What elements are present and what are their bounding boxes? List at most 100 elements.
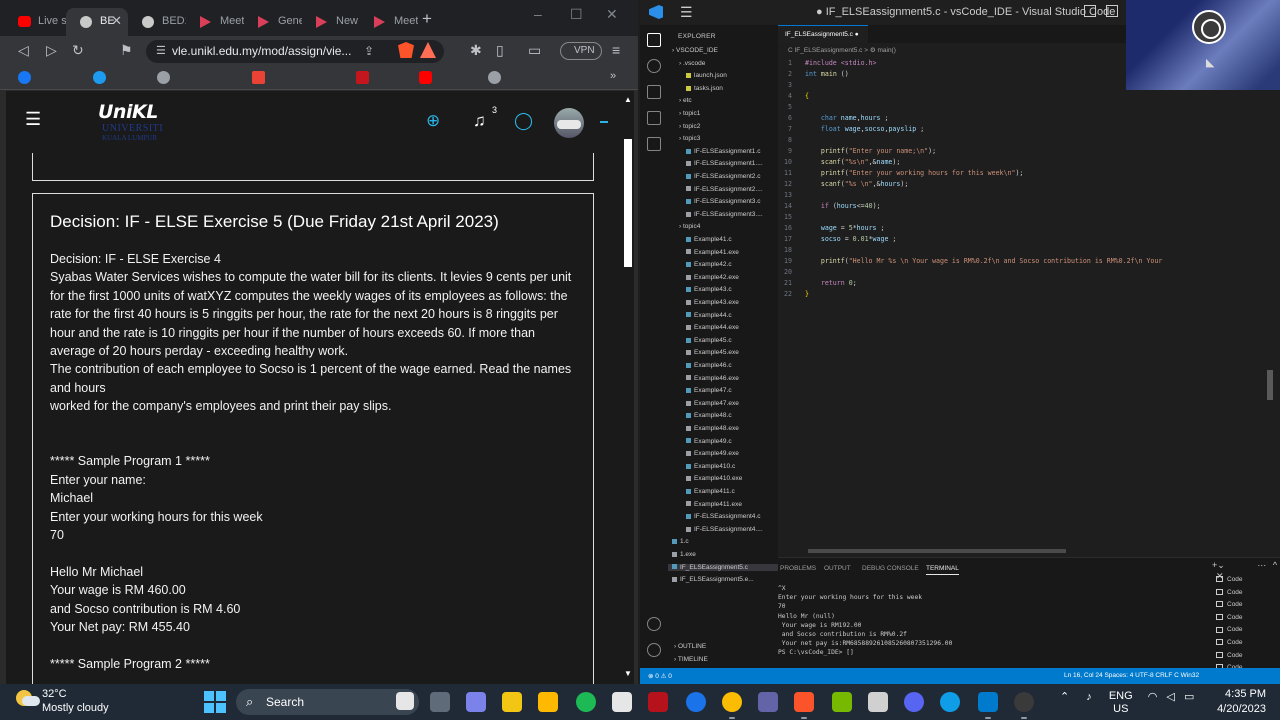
browser-tab[interactable]: Live s [4, 8, 66, 36]
language-globe-icon[interactable]: ⊕ [426, 111, 440, 131]
explorer-file[interactable]: Example41.c [668, 236, 732, 243]
explorer-file[interactable]: Example410.c [668, 463, 735, 470]
code-line[interactable]: 14 if (hours<=40); [778, 202, 1280, 213]
globe-icon[interactable] [488, 71, 501, 84]
terminal-instance[interactable]: Code [1216, 589, 1276, 602]
menu-icon[interactable]: ≡ [612, 42, 620, 58]
code-line[interactable]: 13 [778, 191, 1280, 202]
weather-widget[interactable]: 32°C Mostly cloudy [16, 688, 136, 716]
explorer-file[interactable]: Example46.c [668, 362, 732, 369]
scroll-up-icon[interactable]: ▲ [624, 95, 632, 104]
code-line[interactable]: 11 printf("Enter your working hours for … [778, 169, 1280, 180]
brave-rewards-icon[interactable] [420, 42, 436, 58]
gmail-icon[interactable] [252, 71, 265, 84]
start-button[interactable] [204, 691, 226, 713]
clock[interactable]: 4:35 PM 4/20/2023 [1196, 687, 1266, 717]
explorer-file[interactable]: IF_ELSEassignment5.c [668, 563, 778, 571]
explorer-file[interactable]: Example48.exe [668, 425, 739, 432]
wifi-icon[interactable]: ◠ [1148, 691, 1158, 703]
explorer-file[interactable]: IF-ELSEassignment4.... [668, 526, 763, 533]
share-icon[interactable]: ⇪ [364, 44, 374, 58]
scroll-down-icon[interactable]: ▼ [624, 669, 632, 678]
code-line[interactable]: 16 wage = 5*hours ; [778, 224, 1280, 235]
explorer-file[interactable]: IF-ELSEassignment1.... [668, 160, 763, 167]
explorer-file[interactable]: Example49.c [668, 438, 732, 445]
editor-vertical-scrollbar[interactable] [1267, 370, 1273, 400]
code-editor[interactable]: 1 #include <stdio.h> 2 int main () 3 4{5 6 cha… [778, 57, 1280, 547]
browser-tab[interactable]: Gener [244, 8, 302, 36]
code-line[interactable]: 4{ [778, 92, 1280, 103]
browser-tab[interactable]: Meeti [360, 8, 418, 36]
code-line[interactable]: 20 [778, 268, 1280, 279]
explorer-file[interactable]: Example42.exe [668, 274, 739, 281]
editor-tab-active[interactable]: IF_ELSEassignment5.c ● [778, 25, 868, 43]
youtube-icon[interactable] [419, 71, 432, 84]
more-bookmarks-icon[interactable]: » [610, 70, 616, 82]
site-info-icon[interactable]: ☰ [156, 44, 166, 57]
explorer-icon[interactable] [647, 33, 661, 47]
facebook-icon[interactable] [18, 71, 31, 84]
edge-icon[interactable] [940, 692, 960, 712]
twitter-icon[interactable] [93, 71, 106, 84]
terminal-instance[interactable]: Code [1216, 601, 1276, 614]
terminal-instance[interactable]: Code [1216, 614, 1276, 627]
hamburger-menu-icon[interactable]: ☰ [25, 109, 41, 130]
explorer-file[interactable]: IF_ELSEassignment5.e... [668, 576, 754, 583]
code-line[interactable]: 22} [778, 290, 1280, 301]
explorer-file[interactable]: IF-ELSEassignment2.... [668, 186, 763, 193]
explorer-file[interactable]: Example43.exe [668, 299, 739, 306]
bookmark-icon[interactable]: ⚑ [120, 42, 133, 59]
sidebar-icon[interactable]: ▯ [496, 42, 504, 59]
extensions-icon[interactable]: ✱ [470, 42, 482, 59]
tray-overflow-icon[interactable]: ⌃ [1060, 691, 1069, 703]
user-avatar[interactable] [554, 108, 584, 138]
source-control-icon[interactable] [647, 85, 661, 99]
explorer-folder[interactable]: › etc [668, 97, 692, 104]
timeline-section[interactable]: › TIMELINE [674, 656, 708, 663]
explorer-folder[interactable]: › topic2 [668, 123, 700, 130]
editor-status[interactable]: Ln 16, Col 24 Spaces: 4 UTF-8 CRLF C Win… [1064, 672, 1199, 679]
volume-icon[interactable]: ◁ [1166, 691, 1174, 703]
explorer-file[interactable]: Example410.exe [668, 475, 742, 482]
teams-chat-icon[interactable] [466, 692, 486, 712]
toggle-sidebar-icon[interactable] [1084, 5, 1096, 17]
unikl-logo[interactable]: UniKL UNIVERSITI KUALA LUMPUR [98, 101, 172, 145]
maximize-icon[interactable]: ☐ [570, 6, 583, 23]
back-icon[interactable]: ◁ [18, 42, 29, 59]
explorer-file[interactable]: Example46.exe [668, 375, 739, 382]
explorer-file[interactable]: Example43.c [668, 286, 732, 293]
messages-icon[interactable]: ◯ [514, 111, 533, 131]
application-menu-icon[interactable]: ☰ [680, 4, 693, 21]
explorer-file[interactable]: IF-ELSEassignment2.c [668, 173, 760, 180]
new-terminal-icon[interactable]: +⌄ [1212, 560, 1225, 570]
code-line[interactable]: 8 [778, 136, 1280, 147]
taskbar-search[interactable]: ⌕ Search [236, 689, 419, 715]
browser-tab[interactable]: New [302, 8, 360, 36]
explorer-folder[interactable]: › .vscode [668, 60, 705, 67]
explorer-folder[interactable]: › topic1 [668, 110, 700, 117]
explorer-folder[interactable]: › VSCODE_IDE [668, 47, 718, 54]
explorer-file[interactable]: Example41.exe [668, 249, 739, 256]
explorer-file[interactable]: Example45.exe [668, 349, 739, 356]
reload-icon[interactable]: ↻ [72, 42, 84, 59]
terminal-instance[interactable]: Code [1216, 652, 1276, 665]
tab-debug-console[interactable]: DEBUG CONSOLE [862, 565, 919, 572]
tab-output[interactable]: OUTPUT [824, 565, 851, 572]
extensions-icon[interactable] [647, 137, 661, 151]
explorer-file[interactable]: Example49.exe [668, 450, 739, 457]
explorer-file[interactable]: Example48.c [668, 412, 732, 419]
code-line[interactable]: 21 return 0; [778, 279, 1280, 290]
explorer-folder[interactable]: › topic3 [668, 135, 700, 142]
app-icon[interactable] [686, 692, 706, 712]
explorer-file[interactable]: tasks.json [668, 85, 723, 92]
code-line[interactable]: 7 float wage,socso,payslip ; [778, 125, 1280, 136]
netflix-icon[interactable] [356, 71, 369, 84]
code-line[interactable]: 5 [778, 103, 1280, 114]
brave-icon[interactable] [794, 692, 814, 719]
microphone-icon[interactable]: ♪ [1086, 691, 1092, 703]
search-icon[interactable] [647, 59, 661, 73]
notepad-icon[interactable] [612, 692, 632, 712]
forward-icon[interactable]: ▷ [46, 42, 57, 59]
terminal-instance[interactable]: Code [1216, 576, 1276, 589]
explorer-file[interactable]: launch.json [668, 72, 727, 79]
